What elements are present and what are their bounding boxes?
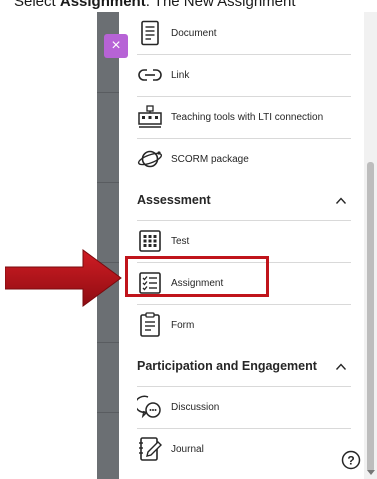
menu-item-scorm[interactable]: SCORM package	[137, 138, 351, 180]
scorm-package-icon	[137, 146, 163, 172]
journal-icon	[137, 436, 163, 462]
caption-rest: . The New Assignment	[145, 0, 296, 10]
document-icon	[137, 20, 163, 46]
chevron-up-icon	[335, 360, 347, 372]
section-header-participation[interactable]: Participation and Engagement	[137, 346, 351, 387]
menu-item-label: SCORM package	[171, 153, 249, 165]
instruction-caption: Select Assignment. The New Assignment	[0, 0, 377, 12]
background-page-strip	[97, 12, 119, 479]
scrollbar-thumb[interactable]	[367, 162, 374, 472]
assignment-highlight-box	[125, 256, 269, 297]
menu-item-label: Discussion	[171, 401, 220, 413]
menu-item-link[interactable]: Link	[137, 54, 351, 97]
menu-item-label: Teaching tools with LTI connection	[171, 111, 324, 123]
close-button[interactable]: ×	[104, 34, 128, 58]
panel-scrollbar[interactable]	[364, 12, 377, 479]
scroll-down-icon[interactable]	[367, 470, 375, 475]
menu-item-label: Form	[171, 319, 195, 331]
test-icon	[137, 228, 163, 254]
caption-bold: Assignment	[59, 0, 146, 10]
section-title: Participation and Engagement	[137, 359, 317, 373]
menu-item-teaching-tools[interactable]: Teaching tools with LTI connection	[137, 96, 351, 139]
section-header-assessment[interactable]: Assessment	[137, 180, 351, 221]
menu-item-journal[interactable]: Journal	[137, 428, 351, 470]
section-title: Assessment	[137, 193, 211, 207]
caption-lead: Select	[14, 0, 60, 10]
add-content-panel: Document Link Teaching tools with LTI co…	[119, 12, 362, 479]
menu-item-document[interactable]: Document	[137, 12, 351, 55]
chevron-up-icon	[335, 194, 347, 206]
menu-item-label: Document	[171, 27, 217, 39]
discussion-icon	[137, 394, 163, 420]
form-icon	[137, 312, 163, 338]
menu-item-label: Test	[171, 235, 190, 247]
pointer-arrow-icon	[5, 249, 122, 307]
menu-item-discussion[interactable]: Discussion	[137, 386, 351, 429]
menu-item-label: Link	[171, 69, 190, 81]
menu-item-label: Journal	[171, 443, 204, 455]
link-icon	[137, 62, 163, 88]
teaching-tools-icon	[137, 104, 163, 130]
help-icon[interactable]: ?	[341, 450, 361, 470]
help-label: ?	[347, 454, 354, 468]
menu-item-form[interactable]: Form	[137, 304, 351, 346]
